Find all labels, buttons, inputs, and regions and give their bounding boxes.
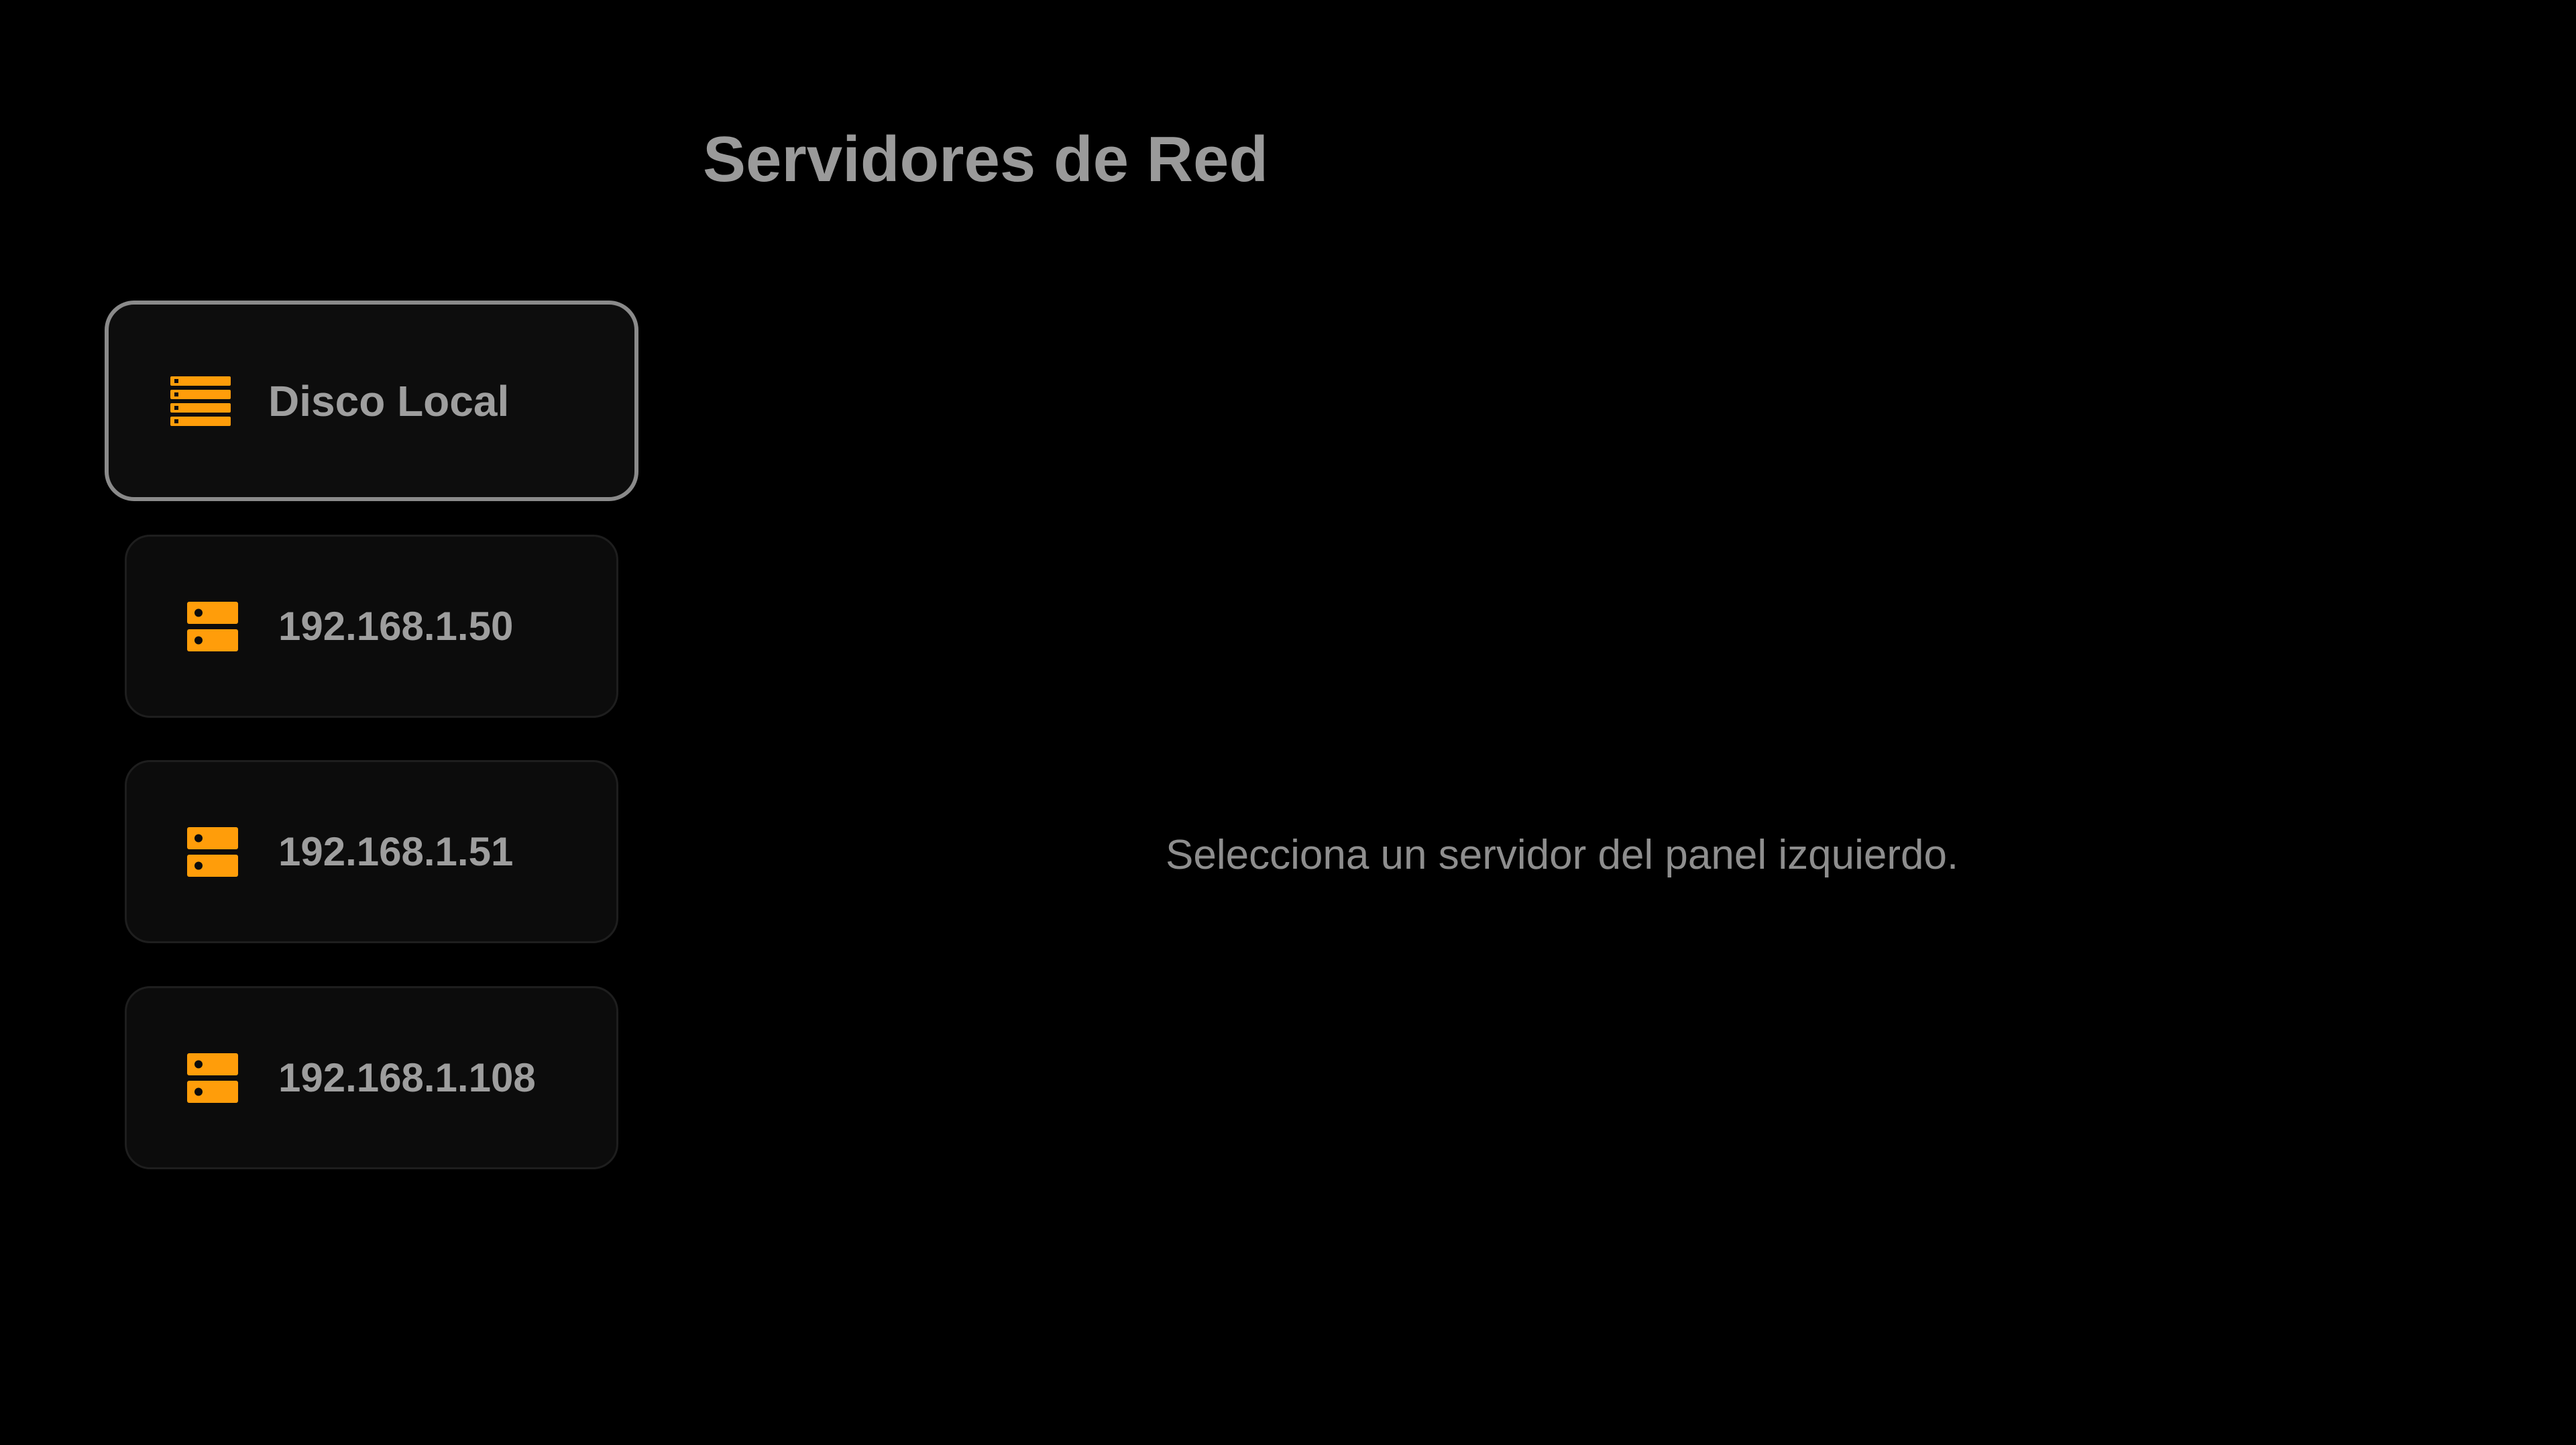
server-icon [187, 1053, 238, 1103]
server-item-disco-local[interactable]: Disco Local [105, 301, 638, 501]
server-item-label: 192.168.1.51 [278, 828, 514, 874]
server-icon [187, 826, 238, 877]
server-item-label: 192.168.1.108 [278, 1055, 536, 1100]
server-item-label: Disco Local [268, 376, 510, 425]
server-icon [187, 601, 238, 651]
server-list: Disco Local 192.168.1.50 192.168.1.51 19… [0, 0, 671, 1445]
storage-list-icon [170, 376, 231, 426]
server-item-192-168-1-50[interactable]: 192.168.1.50 [125, 535, 618, 718]
server-item-label: 192.168.1.50 [278, 603, 514, 649]
server-item-192-168-1-108[interactable]: 192.168.1.108 [125, 986, 618, 1169]
page-title: Servidores de Red [703, 123, 1268, 195]
server-item-192-168-1-51[interactable]: 192.168.1.51 [125, 760, 618, 943]
empty-state-message: Selecciona un servidor del panel izquier… [1166, 832, 1959, 878]
